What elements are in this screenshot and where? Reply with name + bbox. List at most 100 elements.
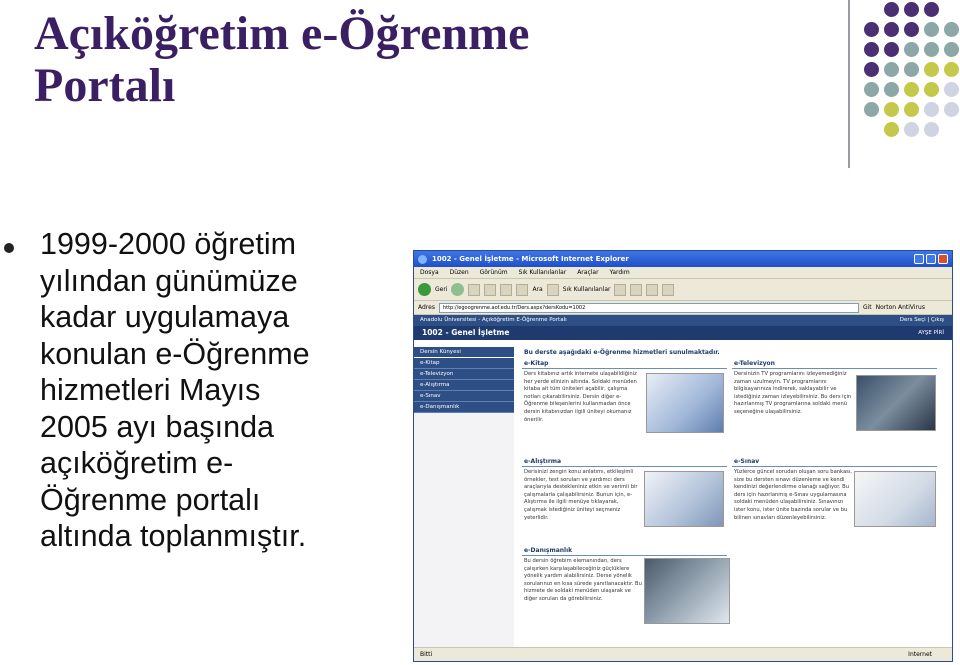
back-icon[interactable] <box>418 283 431 296</box>
bullet-line: hizmetleri Mayıs <box>40 373 261 407</box>
toolbar: Geri Ara Sık Kullanılanlar <box>414 279 952 301</box>
stop-icon[interactable] <box>468 283 481 296</box>
bullet-icon <box>4 243 14 253</box>
portal-header: Anadolu Üniversitesi - Açıköğretim E-Öğr… <box>414 315 952 326</box>
decorative-dot <box>884 42 899 57</box>
exercise-image <box>644 471 724 527</box>
forward-icon[interactable] <box>451 283 465 296</box>
decorative-dot-grid <box>864 2 960 150</box>
norton-label[interactable]: Norton AntiVirus <box>876 304 925 311</box>
bullet-line: yılından günümüze <box>40 263 298 298</box>
favorites-label[interactable]: Sık Kullanılanlar <box>563 286 611 293</box>
panel-text: Bu dersin öğrebim elemanından, ders çalı… <box>524 558 642 602</box>
panel-text: Yüzlerce güncel sorudan oluşan soru bank… <box>734 469 852 521</box>
menu-item[interactable]: Araçlar <box>577 269 598 276</box>
book-image <box>646 373 724 433</box>
history-icon[interactable] <box>614 283 627 296</box>
panel-title[interactable]: e-Danışmanlık <box>522 546 727 556</box>
decorative-dot <box>924 82 939 97</box>
decorative-dot <box>884 22 899 37</box>
page-content: Dersin Künyesi e-Kitap e-Televizyon e-Al… <box>414 347 952 647</box>
sidebar-heading[interactable]: Dersin Künyesi <box>414 347 514 358</box>
bullet-text: 1999-2000 öğretim yılından günümüze kada… <box>40 226 400 555</box>
go-button[interactable]: Git <box>863 304 872 311</box>
decorative-dot <box>944 102 959 117</box>
exam-image <box>854 471 936 527</box>
portal-name: Anadolu Üniversitesi - Açıköğretim E-Öğr… <box>420 317 567 323</box>
slide-title-line1: Açıköğretim e-Öğrenme <box>34 7 530 60</box>
decorative-dot <box>864 82 879 97</box>
decorative-dot <box>944 62 959 77</box>
decorative-dot <box>904 2 919 17</box>
course-banner: 1002 - Genel İşletme AYŞE PİRİ <box>414 326 952 340</box>
mail-icon[interactable] <box>630 283 643 296</box>
sidebar-item-kitap[interactable]: e-Kitap <box>414 358 514 369</box>
sidebar-item-televizyon[interactable]: e-Televizyon <box>414 369 514 380</box>
menu-item[interactable]: Yardım <box>609 269 629 276</box>
refresh-icon[interactable] <box>484 283 497 296</box>
panel-alistirma: e-Alıştırma Derisinizi zengin konu anlat… <box>522 457 727 539</box>
search-icon[interactable] <box>516 283 529 296</box>
search-label[interactable]: Ara <box>532 286 542 293</box>
decorative-dot <box>944 42 959 57</box>
panel-kitap: e-Kitap Ders kitabınız artık internete u… <box>522 359 727 454</box>
bullet-line: altında toplanmıştır. <box>40 519 307 553</box>
course-title: 1002 - Genel İşletme <box>422 328 510 337</box>
window-titlebar: 1002 - Genel İşletme - Microsoft Interne… <box>414 251 952 267</box>
bullet-line: 2005 ayı başında <box>40 409 275 444</box>
panel-title[interactable]: e-Televizyon <box>732 359 937 369</box>
panel-sinav: e-Sınav Yüzlerce güncel sorudan oluşan s… <box>732 457 937 539</box>
decorative-dot <box>924 2 939 17</box>
decorative-dot <box>904 62 919 77</box>
counseling-image <box>644 558 730 624</box>
menu-bar: Dosya Düzen Görünüm Sık Kullanılanlar Ar… <box>414 267 952 279</box>
decorative-dot <box>864 102 879 117</box>
panel-text: Derisinizi zengin konu anlatımı, etkileş… <box>524 469 638 521</box>
address-input[interactable]: http://egoogrenme.aof.edu.tr/Ders.aspx?d… <box>438 302 859 313</box>
decorative-dot <box>924 122 939 137</box>
decorative-dot <box>904 82 919 97</box>
zone-text: Internet <box>908 651 932 658</box>
menu-item[interactable]: Dosya <box>420 269 439 276</box>
back-label[interactable]: Geri <box>435 286 447 293</box>
sidebar-item-alistirma[interactable]: e-Alıştırma <box>414 380 514 391</box>
bullet-line: kadar uygulamaya <box>40 300 290 334</box>
browser-screenshot: 1002 - Genel İşletme - Microsoft Interne… <box>413 250 953 662</box>
panel-title[interactable]: e-Alıştırma <box>522 457 727 467</box>
status-text: Bitti <box>420 651 433 658</box>
maximize-icon[interactable] <box>926 254 936 264</box>
panel-text: Ders kitabınız artık internete ulaşabild… <box>524 371 637 423</box>
decorative-dot <box>904 102 919 117</box>
panel-text: Dersinizin TV programlarını izleyemediği… <box>734 371 852 415</box>
address-bar: Adres http://egoogrenme.aof.edu.tr/Ders.… <box>414 301 952 315</box>
panel-title[interactable]: e-Kitap <box>522 359 727 369</box>
favorites-icon[interactable] <box>546 283 559 296</box>
decorative-dot <box>924 42 939 57</box>
menu-item[interactable]: Sık Kullanılanlar <box>519 269 567 276</box>
decorative-dot <box>864 62 879 77</box>
menu-item[interactable]: Düzen <box>450 269 469 276</box>
window-title: 1002 - Genel İşletme - Microsoft Interne… <box>432 255 629 263</box>
decorative-dot <box>944 22 959 37</box>
sidebar-item-sinav[interactable]: e-Sınav <box>414 391 514 402</box>
sidebar-item-danismanlik[interactable]: e-Danışmanlık <box>414 402 514 413</box>
menu-item[interactable]: Görünüm <box>480 269 508 276</box>
divider-line <box>848 0 850 168</box>
panel-televizyon: e-Televizyon Dersinizin TV programlarını… <box>732 359 937 454</box>
edit-icon[interactable] <box>662 283 675 296</box>
minimize-icon[interactable] <box>914 254 924 264</box>
decorative-dot <box>924 62 939 77</box>
decorative-dot <box>884 62 899 77</box>
decorative-dot <box>924 22 939 37</box>
print-icon[interactable] <box>646 283 659 296</box>
header-links[interactable]: Ders Seçi | Çıkış <box>900 315 944 326</box>
tv-image <box>856 375 936 431</box>
slide-title-line2: Portalı <box>34 59 176 112</box>
decorative-dot <box>864 42 879 57</box>
main-panel: Bu derste aşağıdaki e-Öğrenme hizmetleri… <box>518 347 948 647</box>
decorative-dot <box>884 122 899 137</box>
home-icon[interactable] <box>500 283 513 296</box>
panel-title[interactable]: e-Sınav <box>732 457 937 467</box>
close-icon[interactable] <box>938 254 948 264</box>
bullet-line: Öğrenme portalı <box>40 482 261 517</box>
